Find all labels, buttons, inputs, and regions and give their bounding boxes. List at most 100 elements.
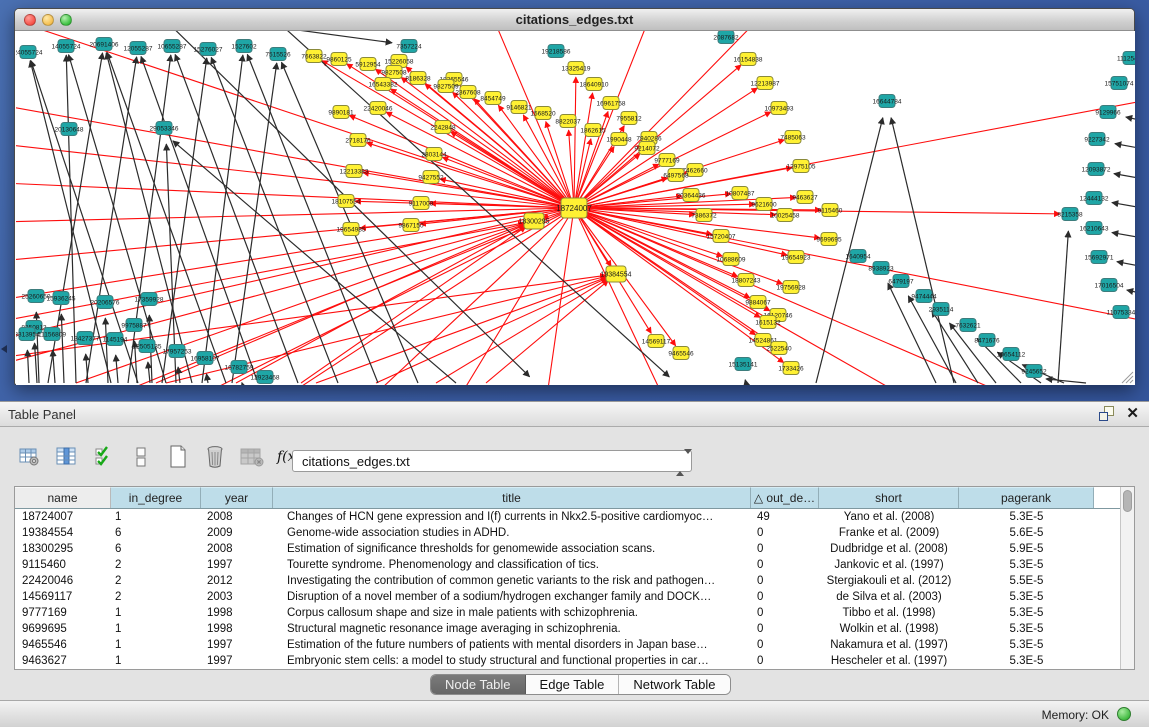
graph-node[interactable]: 11125491 <box>1117 52 1135 65</box>
graph-node[interactable]: 2087682 <box>713 31 739 44</box>
graph-node[interactable]: 18640910 <box>580 78 609 91</box>
graph-node[interactable]: 7386372 <box>691 209 717 222</box>
table-row[interactable]: 1456911722003Disruption of a novel membe… <box>15 589 1120 605</box>
float-panel-icon[interactable] <box>1099 406 1114 421</box>
show-columns-icon[interactable] <box>55 445 79 469</box>
graph-node[interactable]: 9975887 <box>121 319 147 332</box>
network-canvas[interactable]: 1872400718300295193845542405572414055724… <box>16 31 1135 385</box>
graph-node[interactable]: 1733426 <box>778 362 804 375</box>
graph-node[interactable]: 7955812 <box>616 112 642 125</box>
graph-node[interactable]: 1862615 <box>580 124 606 137</box>
column-header-title[interactable]: title <box>273 487 751 508</box>
graph-node[interactable]: 8186328 <box>405 72 431 85</box>
graph-node[interactable]: 8215358 <box>1057 208 1083 221</box>
window-resize-grip[interactable] <box>1122 372 1133 383</box>
graph-node[interactable]: 7357224 <box>396 40 422 53</box>
graph-node[interactable]: 10655287 <box>158 40 187 53</box>
graph-node[interactable]: 19654923 <box>782 251 811 264</box>
tab-network-table[interactable]: Network Table <box>619 675 729 694</box>
graph-node[interactable]: 2935114 <box>929 303 954 316</box>
graph-node[interactable]: 16644784 <box>873 95 902 108</box>
column-header-year[interactable]: year <box>201 487 273 508</box>
graph-node[interactable]: 8454749 <box>480 92 506 105</box>
column-header-in_degree[interactable]: in_degree <box>111 487 201 508</box>
citation-edge-black[interactable] <box>1127 290 1135 299</box>
citation-edge-red[interactable] <box>16 97 574 208</box>
citation-edge-red[interactable] <box>486 280 608 383</box>
citation-edge-black[interactable] <box>816 118 883 383</box>
graph-node[interactable]: 9699695 <box>816 233 842 246</box>
graph-node[interactable]: 16543382 <box>369 78 398 91</box>
citation-edge-black[interactable] <box>1112 233 1135 242</box>
graph-node[interactable]: 7663822 <box>301 50 327 63</box>
new-table-icon[interactable] <box>166 445 190 469</box>
graph-node[interactable]: 7632621 <box>955 319 981 332</box>
graph-node[interactable]: 10688609 <box>717 253 746 266</box>
graph-node[interactable]: 9117008 <box>409 197 434 210</box>
graph-node[interactable]: 9427552 <box>418 171 444 184</box>
graph-node[interactable]: 20206576 <box>91 296 120 309</box>
graph-node[interactable]: 9860125 <box>326 53 352 66</box>
citation-edge-red[interactable] <box>574 208 1026 385</box>
graph-node[interactable]: 14569117 <box>642 335 671 348</box>
citation-edge-black[interactable] <box>141 56 258 383</box>
graph-node[interactable]: 8938923 <box>868 262 894 275</box>
table-row[interactable]: 1872400712008Changes of HCN gene express… <box>15 509 1120 525</box>
citation-edge-red[interactable] <box>301 227 526 383</box>
citation-edge-black[interactable] <box>1126 117 1135 126</box>
graph-node[interactable]: 15692971 <box>1085 251 1114 264</box>
citation-edge-black[interactable] <box>211 57 338 383</box>
graph-node[interactable]: 19756928 <box>777 281 806 294</box>
table-row[interactable]: 946362711997Embryonic stem cells: a mode… <box>15 653 1120 669</box>
graph-node[interactable]: 9227342 <box>1084 133 1110 146</box>
graph-node[interactable]: 8471676 <box>974 334 1000 347</box>
graph-node[interactable]: 9474444 <box>911 290 937 303</box>
graph-node[interactable]: 12093872 <box>1082 163 1111 176</box>
graph-node[interactable]: 15135141 <box>729 358 758 371</box>
citation-edge-black[interactable] <box>1117 262 1135 271</box>
graph-node[interactable]: 11075334 <box>1107 306 1135 319</box>
citation-edge-red[interactable] <box>574 93 593 208</box>
select-rows-icon[interactable] <box>92 445 116 469</box>
graph-node[interactable]: 12444132 <box>1080 192 1109 205</box>
column-header-name[interactable]: name <box>15 487 111 508</box>
citation-edge-black[interactable] <box>35 343 37 383</box>
graph-node[interactable]: 15751074 <box>1105 77 1134 90</box>
citation-edge-red[interactable] <box>574 77 576 208</box>
citation-edge-red[interactable] <box>386 112 574 208</box>
graph-node[interactable]: 16154838 <box>734 53 763 66</box>
graph-node[interactable]: 19654985 <box>337 223 366 236</box>
graph-node[interactable]: 2367608 <box>455 86 481 99</box>
column-header-short[interactable]: short <box>819 487 959 508</box>
graph-node[interactable]: 9463627 <box>792 191 818 204</box>
citation-edge-black[interactable] <box>745 380 746 383</box>
graph-node[interactable]: 9115460 <box>818 204 843 217</box>
citation-edge-black[interactable] <box>1058 231 1068 383</box>
graph-node[interactable]: 18107554 <box>332 195 361 208</box>
table-row[interactable]: 969969511998Structural magnetic resonanc… <box>15 621 1120 637</box>
graph-node[interactable]: 17016504 <box>1095 279 1124 292</box>
graph-node[interactable]: 1568520 <box>530 107 556 120</box>
graph-node[interactable]: 20130648 <box>55 123 84 136</box>
graph-node[interactable]: 2718176 <box>345 134 371 147</box>
graph-node[interactable]: 7485063 <box>780 131 806 144</box>
graph-node[interactable]: 24055724 <box>16 46 43 59</box>
graph-node[interactable]: 6479197 <box>888 275 914 288</box>
table-row[interactable]: 946554611997Estimation of the future num… <box>15 637 1120 653</box>
column-header-pagerank[interactable]: pagerank <box>959 487 1094 508</box>
citation-edge-black[interactable] <box>1046 379 1086 383</box>
graph-node[interactable]: 20691406 <box>90 38 119 51</box>
citation-edge-black[interactable] <box>246 31 392 43</box>
graph-node[interactable]: 15936245 <box>47 292 76 305</box>
table-row[interactable]: 977716911998Corpus callosum shape and si… <box>15 605 1120 621</box>
graph-node[interactable]: 12055287 <box>124 42 153 55</box>
graph-node[interactable]: 10807487 <box>726 187 755 200</box>
graph-node[interactable]: 12505135 <box>133 340 162 353</box>
tab-node-table[interactable]: Node Table <box>431 675 526 694</box>
graph-node[interactable]: 19218586 <box>542 45 571 58</box>
graph-node[interactable]: 12975105 <box>787 160 816 173</box>
tab-edge-table[interactable]: Edge Table <box>526 675 620 694</box>
citation-edge-black[interactable] <box>148 362 150 383</box>
graph-node[interactable]: 10654112 <box>997 348 1026 361</box>
table-settings-icon[interactable] <box>18 445 42 469</box>
